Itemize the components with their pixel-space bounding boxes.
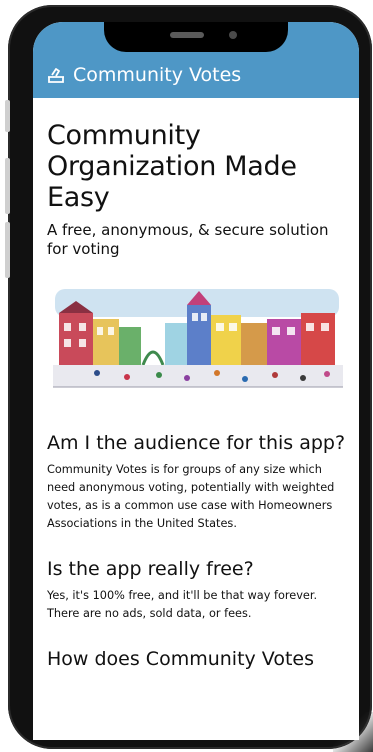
hero-heading: Community Organization Made Easy [47, 120, 297, 213]
phone-notch [104, 22, 288, 52]
section-body-audience: Community Votes is for groups of any siz… [47, 463, 335, 530]
section-heading-how: How does Community Votes [47, 648, 314, 670]
hero-subheading: A free, anonymous, & secure solution for… [47, 221, 329, 258]
speaker-grille [170, 32, 204, 38]
app-bar-brand[interactable]: Community Votes [47, 64, 241, 86]
section-heading-audience: Am I the audience for this app? [47, 432, 346, 454]
section-body-free: Yes, it's 100% free, and it'll be that w… [47, 589, 318, 620]
main-content: Community Organization Made Easy A free,… [47, 120, 347, 677]
town-street-illustration [47, 283, 347, 403]
ballot-box-icon [48, 68, 64, 83]
app-title: Community Votes [73, 64, 242, 86]
phone-volume-up-button [5, 158, 10, 214]
camera-icon [229, 31, 237, 39]
phone-volume-down-button [5, 222, 10, 278]
section-heading-free: Is the app really free? [47, 558, 254, 580]
phone-screen: Community Votes Community Organization M… [33, 22, 359, 740]
phone-side-button [5, 100, 10, 132]
